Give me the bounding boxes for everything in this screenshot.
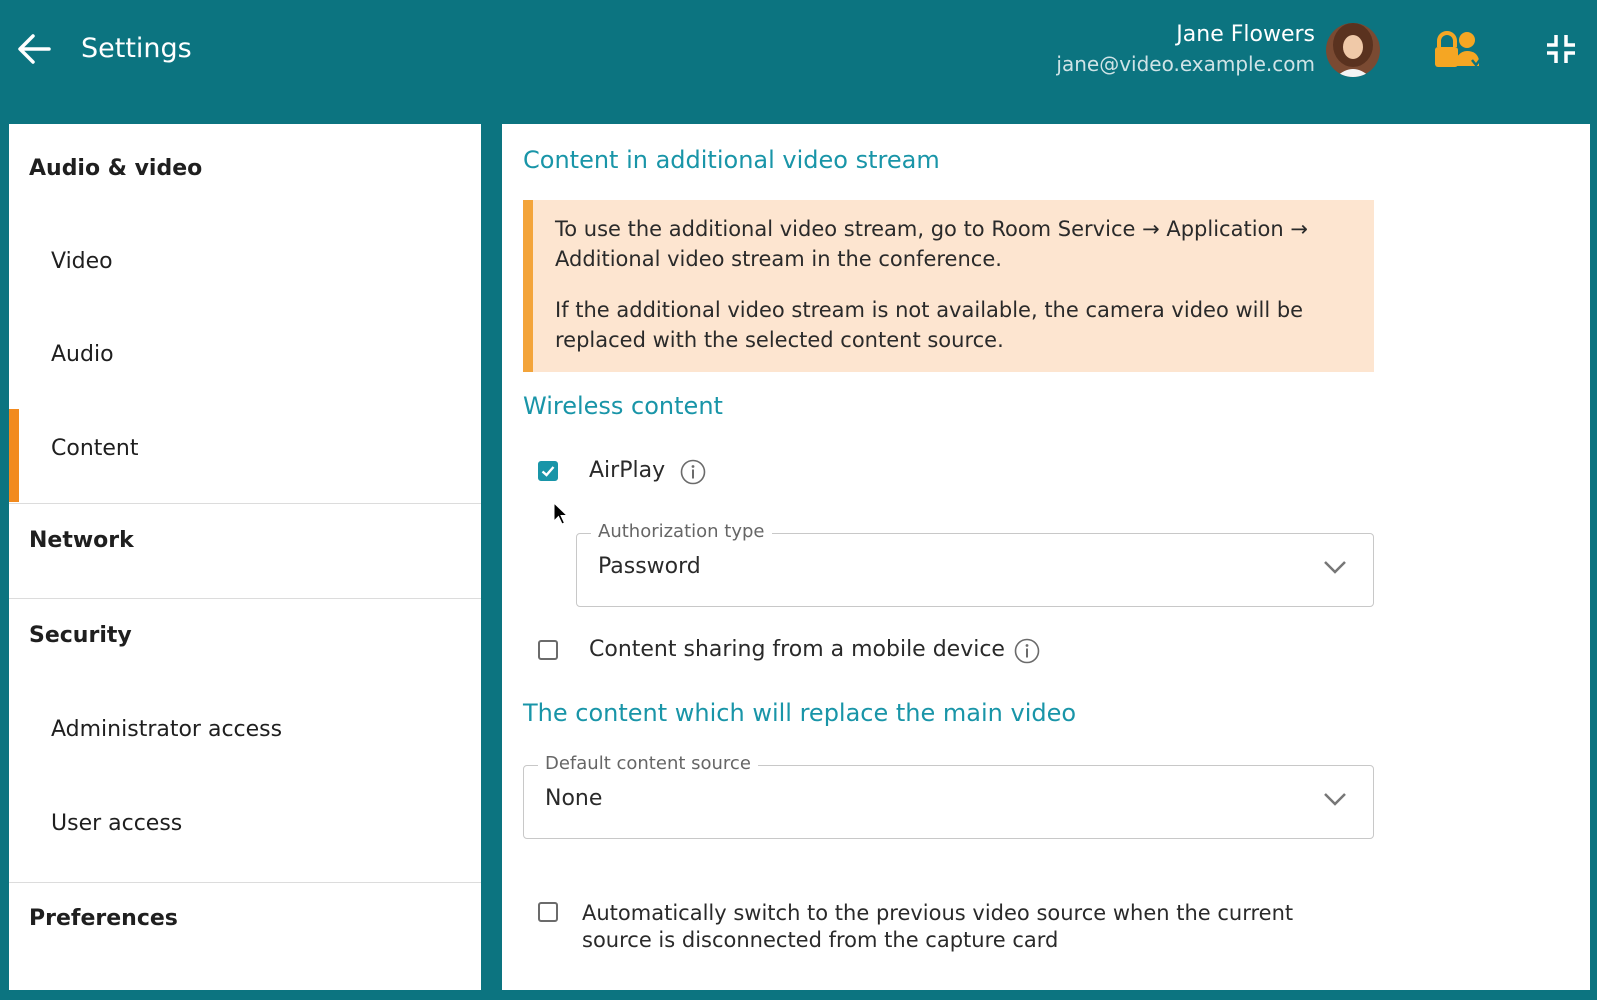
mouse-cursor-icon [553,502,569,525]
arrow-left-icon[interactable] [16,31,52,67]
sidebar-item-content[interactable]: Content [9,436,523,461]
info-icon[interactable] [680,459,706,485]
sidebar-section-preferences[interactable]: Preferences [9,906,501,931]
sidebar-section-network[interactable]: Network [9,528,501,553]
info-icon[interactable] [1014,638,1040,664]
mobile-sharing-checkbox[interactable] [538,640,558,660]
avatar-image [1326,23,1380,77]
authorization-type-legend: Authorization type [591,521,772,542]
sidebar-divider [9,598,481,599]
auto-switch-checkbox[interactable] [538,902,558,922]
default-content-source-value: None [545,786,603,811]
airplay-checkbox[interactable] [538,461,558,481]
top-bar: Settings Jane Flowers jane@video.example… [0,0,1597,124]
exit-fullscreen-icon[interactable] [1545,32,1577,66]
lock-user-icon[interactable] [1432,30,1482,70]
user-name: Jane Flowers [1176,22,1315,47]
notice-text-2: If the additional video stream is not av… [555,298,1304,352]
authorization-type-value: Password [598,554,701,579]
default-content-source-select[interactable]: Default content source None [523,753,1374,839]
chevron-down-icon [1324,793,1346,806]
sidebar-section-audio-video: Audio & video [29,156,203,181]
content-settings-panel: Content in additional video stream To us… [502,124,1590,990]
notice-accent-bar [523,200,533,372]
settings-sidebar: Audio & video Video Audio Content Networ… [9,124,481,990]
page-title: Settings [81,33,192,64]
auto-switch-label[interactable]: Automatically switch to the previous vid… [582,900,1342,954]
sidebar-item-user-access[interactable]: User access [9,811,523,836]
chevron-down-icon [1324,561,1346,574]
section-title-additional-stream: Content in additional video stream [523,146,940,174]
checkmark-icon [541,466,555,477]
section-title-wireless: Wireless content [523,392,723,420]
user-email: jane@video.example.com [1056,52,1315,76]
sidebar-divider [9,503,481,504]
notice-text-1: To use the additional video stream, go t… [555,217,1308,271]
sidebar-item-video[interactable]: Video [9,249,523,274]
info-notice: To use the additional video stream, go t… [523,200,1374,372]
sidebar-item-administrator-access[interactable]: Administrator access [9,717,523,742]
sidebar-divider [9,882,481,883]
mobile-sharing-label[interactable]: Content sharing from a mobile device [589,637,1005,662]
sidebar-item-audio[interactable]: Audio [9,342,523,367]
default-content-source-legend: Default content source [538,753,758,774]
authorization-type-select[interactable]: Authorization type Password [576,521,1374,607]
airplay-label[interactable]: AirPlay [589,458,665,483]
avatar[interactable] [1326,23,1380,77]
sidebar-section-security: Security [29,623,132,648]
section-title-replace-main: The content which will replace the main … [523,699,1077,727]
